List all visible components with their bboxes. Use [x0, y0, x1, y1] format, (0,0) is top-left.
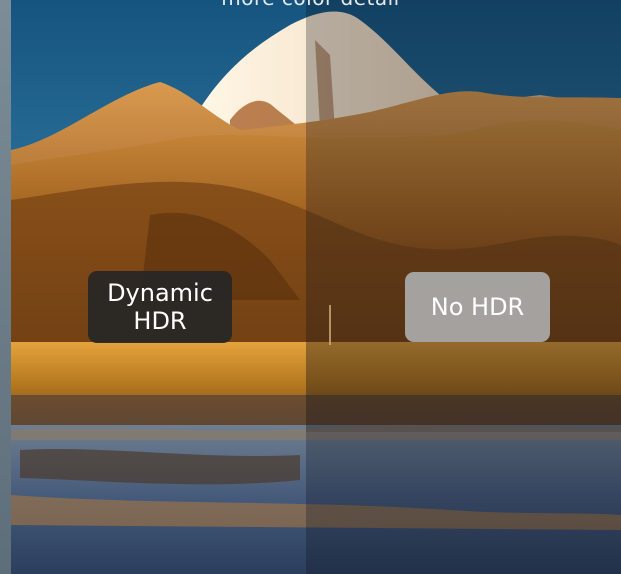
hdr-comparison-image: more color detail Dynamic HDR No HDR [0, 0, 621, 574]
left-edge-strip [0, 0, 11, 574]
caption-text: more color detail [0, 0, 621, 10]
no-hdr-label: No HDR [405, 272, 550, 342]
dynamic-hdr-label: Dynamic HDR [88, 271, 232, 343]
